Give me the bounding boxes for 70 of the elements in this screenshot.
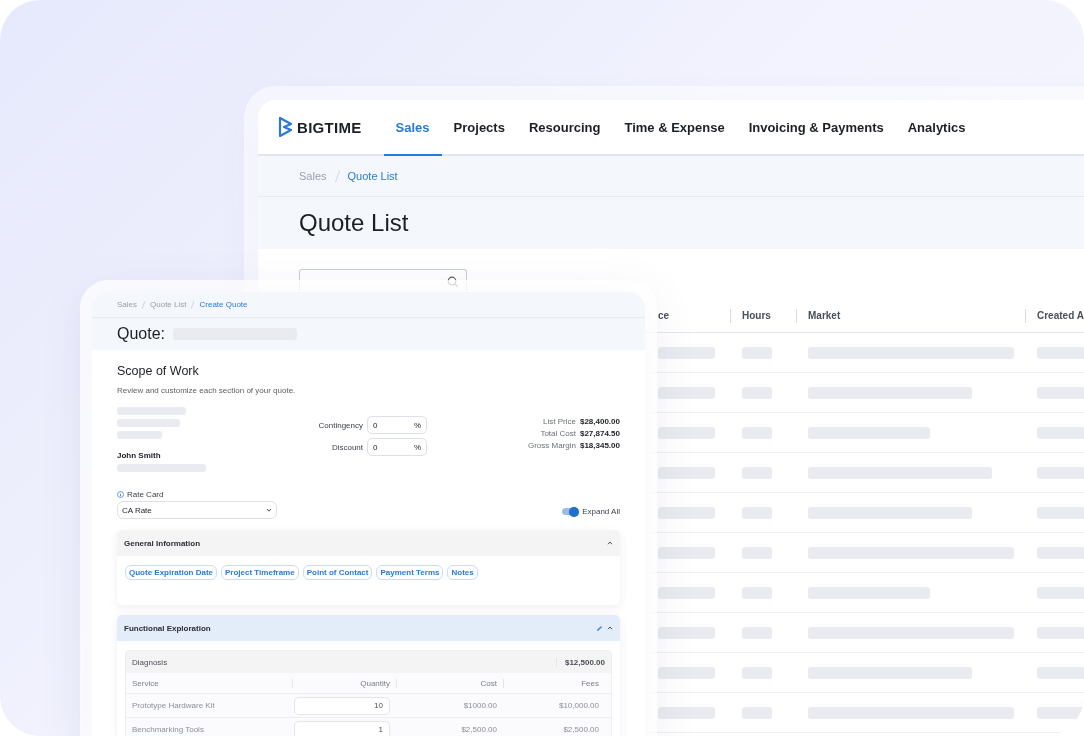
toggle-label: Expand All bbox=[582, 507, 620, 516]
placeholder-bar bbox=[658, 546, 715, 559]
table-cell-text: $10,000.00 bbox=[557, 701, 600, 710]
group-total: $12,500.00 bbox=[555, 657, 605, 667]
section-header[interactable]: General Information bbox=[117, 530, 620, 556]
percent-field[interactable]: 0 % bbox=[367, 438, 427, 456]
nav-tab[interactable]: Analytics bbox=[895, 100, 978, 156]
chevron-up-icon[interactable] bbox=[607, 541, 613, 545]
contact-name: John Smith bbox=[117, 451, 162, 460]
logo-icon bbox=[278, 117, 293, 137]
total-value: $18,345.00 bbox=[579, 441, 620, 450]
total-value: $27,874.50 bbox=[579, 429, 620, 438]
column-header: ce bbox=[658, 310, 670, 321]
section-chip[interactable]: Point of Contact bbox=[302, 565, 373, 580]
breadcrumb-link[interactable]: Create Quote bbox=[199, 300, 248, 309]
total-label: List Price bbox=[543, 417, 576, 426]
total-label: Total Cost bbox=[540, 429, 576, 438]
placeholder-bar bbox=[658, 346, 715, 359]
table-cell-text: Prototype Hardware Kit bbox=[132, 701, 216, 710]
chevron-up-icon[interactable] bbox=[607, 626, 613, 630]
page-title: Quote List bbox=[299, 209, 409, 237]
logo-text: BIGTIME bbox=[297, 118, 362, 136]
column-header: Quantity bbox=[292, 678, 396, 688]
column-header: Created A bbox=[1037, 310, 1084, 321]
field-label: Contingency bbox=[318, 420, 363, 430]
section-header[interactable]: Functional Exploration bbox=[117, 615, 620, 641]
section-chip[interactable]: Notes bbox=[447, 565, 478, 580]
section-heading: Scope of Work bbox=[117, 364, 200, 378]
column-header: Fees bbox=[503, 678, 605, 688]
percent-field[interactable]: 0 % bbox=[367, 416, 427, 434]
breadcrumb-link[interactable]: Quote List bbox=[347, 170, 398, 182]
group-title: Diagnosis bbox=[132, 657, 168, 667]
page-title: Quote: bbox=[117, 325, 166, 343]
placeholder-bar bbox=[658, 586, 715, 599]
nav-tab[interactable]: Projects bbox=[441, 100, 517, 156]
pencil-icon[interactable] bbox=[596, 624, 603, 632]
table-cell-text: $1000.00 bbox=[462, 701, 498, 710]
quantity-field[interactable]: 1 bbox=[294, 720, 390, 736]
total-label: Gross Margin bbox=[527, 441, 576, 450]
table-cell-text: $2,500.00 bbox=[562, 725, 600, 734]
field-label: Discount bbox=[331, 442, 363, 452]
placeholder-bar bbox=[658, 626, 715, 639]
placeholder-bar bbox=[658, 706, 715, 719]
info-icon[interactable] bbox=[117, 491, 124, 498]
placeholder-bar bbox=[658, 426, 715, 439]
total-value: $28,400.00 bbox=[579, 417, 620, 426]
placeholder-bar bbox=[658, 386, 715, 399]
column-header: Hours bbox=[742, 310, 771, 321]
placeholder-bar bbox=[658, 506, 715, 519]
rate-card-select[interactable]: CA Rate bbox=[117, 501, 277, 519]
section-chip[interactable]: Payment Terms bbox=[376, 565, 444, 580]
placeholder-bar bbox=[658, 666, 715, 679]
quantity-field[interactable]: 10 bbox=[294, 696, 390, 715]
nav-tab[interactable]: Time & Expense bbox=[612, 100, 737, 156]
column-header: Service bbox=[132, 678, 160, 688]
column-header: Market bbox=[808, 310, 841, 321]
nav-tab[interactable]: Invoicing & Payments bbox=[736, 100, 896, 156]
chevron-down-icon[interactable] bbox=[266, 508, 272, 512]
field-label: Rate Card bbox=[127, 490, 164, 499]
table-cell-text: Benchmarking Tools bbox=[132, 725, 205, 734]
section-title: General Information bbox=[124, 538, 200, 548]
table-cell-text: $2,500.00 bbox=[460, 725, 498, 734]
section-chip[interactable]: Quote Expiration Date bbox=[125, 565, 217, 580]
description-text: Review and customize each section of your quote. bbox=[117, 386, 297, 395]
expand-toggle[interactable] bbox=[562, 508, 579, 515]
column-header: Cost bbox=[396, 678, 503, 688]
section-chip[interactable]: Project Timeframe bbox=[221, 565, 299, 580]
section-title: Functional Exploration bbox=[124, 623, 211, 633]
placeholder-bar bbox=[658, 466, 715, 479]
nav-tab[interactable]: Resourcing bbox=[516, 100, 613, 156]
